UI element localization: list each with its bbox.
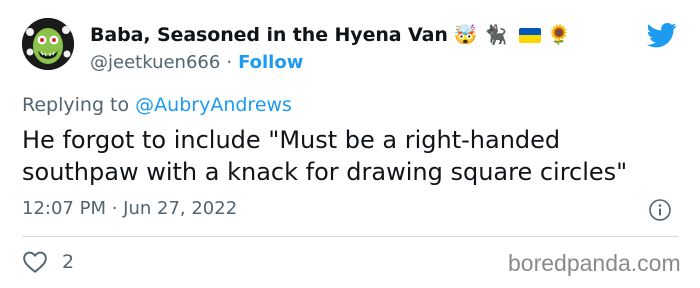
tweet-text: He forgot to include "Must be a right-ha…: [22, 126, 628, 186]
watermark: boredpanda.com: [508, 250, 681, 276]
exploding-head-emoji: 🤯: [453, 23, 478, 46]
like-count: 2: [62, 251, 75, 273]
twitter-bird-icon[interactable]: [645, 20, 679, 50]
author-name-row: Baba, Seasoned in the Hyena Van 🤯 🐈‍⬛ 🌻: [90, 20, 571, 50]
ukraine-flag-icon: [519, 27, 542, 43]
tweet-timestamp[interactable]: 12:07 PM · Jun 27, 2022: [22, 198, 237, 219]
sunflower-emoji: 🌻: [547, 23, 571, 46]
tweet-card: Baba, Seasoned in the Hyena Van 🤯 🐈‍⬛ 🌻 …: [0, 0, 700, 288]
author-handle[interactable]: @jeetkuen666: [90, 52, 220, 73]
follow-button[interactable]: Follow: [238, 52, 303, 73]
author-display-name[interactable]: Baba, Seasoned in the Hyena Van: [90, 24, 448, 46]
divider: [22, 236, 678, 237]
reply-context: Replying to @AubryAndrews: [22, 94, 292, 116]
author-handle-row: @jeetkuen666 · Follow: [90, 50, 303, 74]
reply-prefix: Replying to: [22, 94, 130, 116]
black-cat-emoji: 🐈‍⬛: [483, 23, 508, 46]
separator-dot: ·: [226, 51, 233, 73]
avatar-image: [22, 18, 74, 70]
heart-icon[interactable]: [22, 250, 48, 274]
like-action[interactable]: 2: [22, 250, 74, 274]
info-icon[interactable]: [648, 198, 672, 222]
avatar[interactable]: [22, 18, 74, 70]
reply-target-link[interactable]: @AubryAndrews: [135, 94, 292, 116]
